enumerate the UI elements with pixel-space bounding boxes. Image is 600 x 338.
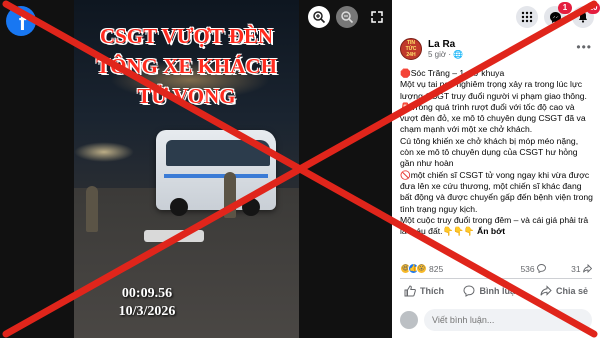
reactions-bar: 😆 👍 😮 825 536 31 — [400, 263, 593, 277]
author-avatar[interactable]: TIN TỨC 24H — [400, 38, 422, 60]
user-avatar[interactable] — [400, 311, 418, 329]
thumbs-up-icon — [404, 284, 416, 296]
post-paragraph: 🛑Sóc Trăng – 1 giờ khuya — [400, 68, 505, 78]
headlight-glow — [74, 142, 134, 162]
person-figure — [86, 186, 98, 232]
share-icon — [540, 284, 552, 296]
photo-title-line: TỬ VONG — [137, 84, 236, 108]
reactions-count[interactable]: 825 — [429, 264, 443, 274]
photo-title-line: TÔNG XE KHÁCH — [96, 54, 277, 78]
wreckage — [144, 230, 204, 242]
grid-menu-icon — [521, 11, 533, 23]
shares-count[interactable]: 31 — [571, 263, 593, 274]
fullscreen-button[interactable] — [366, 6, 388, 28]
comments-count[interactable]: 536 — [520, 264, 546, 274]
top-icons: 1 10 — [516, 2, 600, 28]
wow-icon: 😮 — [416, 263, 427, 274]
more-options-button[interactable]: ••• — [576, 40, 592, 54]
zoom-in-icon — [313, 11, 326, 24]
comment-icon — [463, 284, 475, 297]
messenger-button[interactable]: 1 — [544, 2, 572, 28]
bell-icon — [579, 12, 587, 23]
reaction-icons[interactable]: 😆 👍 😮 — [400, 263, 427, 274]
post-panel: 1 10 TIN TỨC 24H La Ra 5 giờ · 🌐 ••• 🛑Só… — [392, 0, 600, 338]
photo-viewer: f CSGT VƯỢT ĐÈN TÔNG XE KHÁCH TỬ VONG 00… — [0, 0, 392, 338]
share-button[interactable]: Chia sẻ — [540, 284, 588, 297]
like-label: Thích — [420, 285, 444, 296]
notifications-badge: 10 — [586, 2, 600, 14]
see-less-link[interactable]: Ẩn bớt — [477, 226, 505, 236]
messenger-badge: 1 — [558, 2, 572, 14]
post-paragraph: Cú tông khiến xe chở khách bị móp méo nặ… — [400, 135, 579, 169]
photo-timestamp-date: 10/3/2026 — [118, 304, 176, 319]
post-header: TIN TỨC 24H La Ra 5 giờ · 🌐 — [400, 38, 463, 60]
zoom-out-button[interactable] — [336, 6, 358, 28]
post-paragraph: Một vụ tai nạn nghiêm trọng xảy ra trong… — [400, 79, 587, 101]
post-paragraph: Một cuộc truy đuổi trong đêm – và cái gi… — [400, 215, 594, 238]
fullscreen-icon — [371, 11, 383, 23]
notifications-button[interactable]: 10 — [572, 2, 600, 28]
facebook-logo[interactable]: f — [6, 6, 36, 36]
post-time[interactable]: 5 giờ · 🌐 — [428, 50, 463, 59]
photo-timestamp-time: 00:09.56 — [121, 286, 173, 301]
more-icon: ••• — [576, 40, 592, 54]
post-text: 🛑Sóc Trăng – 1 giờ khuya Một vụ tai nạn … — [400, 68, 594, 237]
post-photo[interactable]: CSGT VƯỢT ĐÈN TÔNG XE KHÁCH TỬ VONG 00:0… — [74, 0, 299, 338]
passenger-van — [156, 130, 276, 216]
zoom-in-button[interactable] — [308, 6, 330, 28]
share-label: Chia sẻ — [555, 285, 588, 296]
post-paragraph: 🚨Trong quá trình rượt đuổi với tốc độ ca… — [400, 101, 586, 135]
share-icon — [583, 263, 593, 274]
author-name[interactable]: La Ra — [428, 39, 463, 50]
menu-button[interactable] — [516, 6, 538, 28]
comment-icon — [537, 264, 546, 274]
post-actions: Thích Bình luận Chia sẻ — [400, 278, 592, 302]
comment-button[interactable]: Bình luận — [463, 284, 521, 297]
comment-composer — [400, 308, 592, 332]
like-button[interactable]: Thích — [404, 284, 444, 297]
zoom-out-icon — [341, 11, 354, 24]
person-figure — [224, 172, 236, 218]
photo-title-line: CSGT VƯỢT ĐÈN — [99, 24, 274, 48]
comment-label: Bình luận — [479, 285, 521, 296]
post-paragraph: 🚫một chiến sĩ CSGT tử vong ngay khi vừa … — [400, 169, 593, 214]
comment-input[interactable] — [424, 309, 592, 331]
